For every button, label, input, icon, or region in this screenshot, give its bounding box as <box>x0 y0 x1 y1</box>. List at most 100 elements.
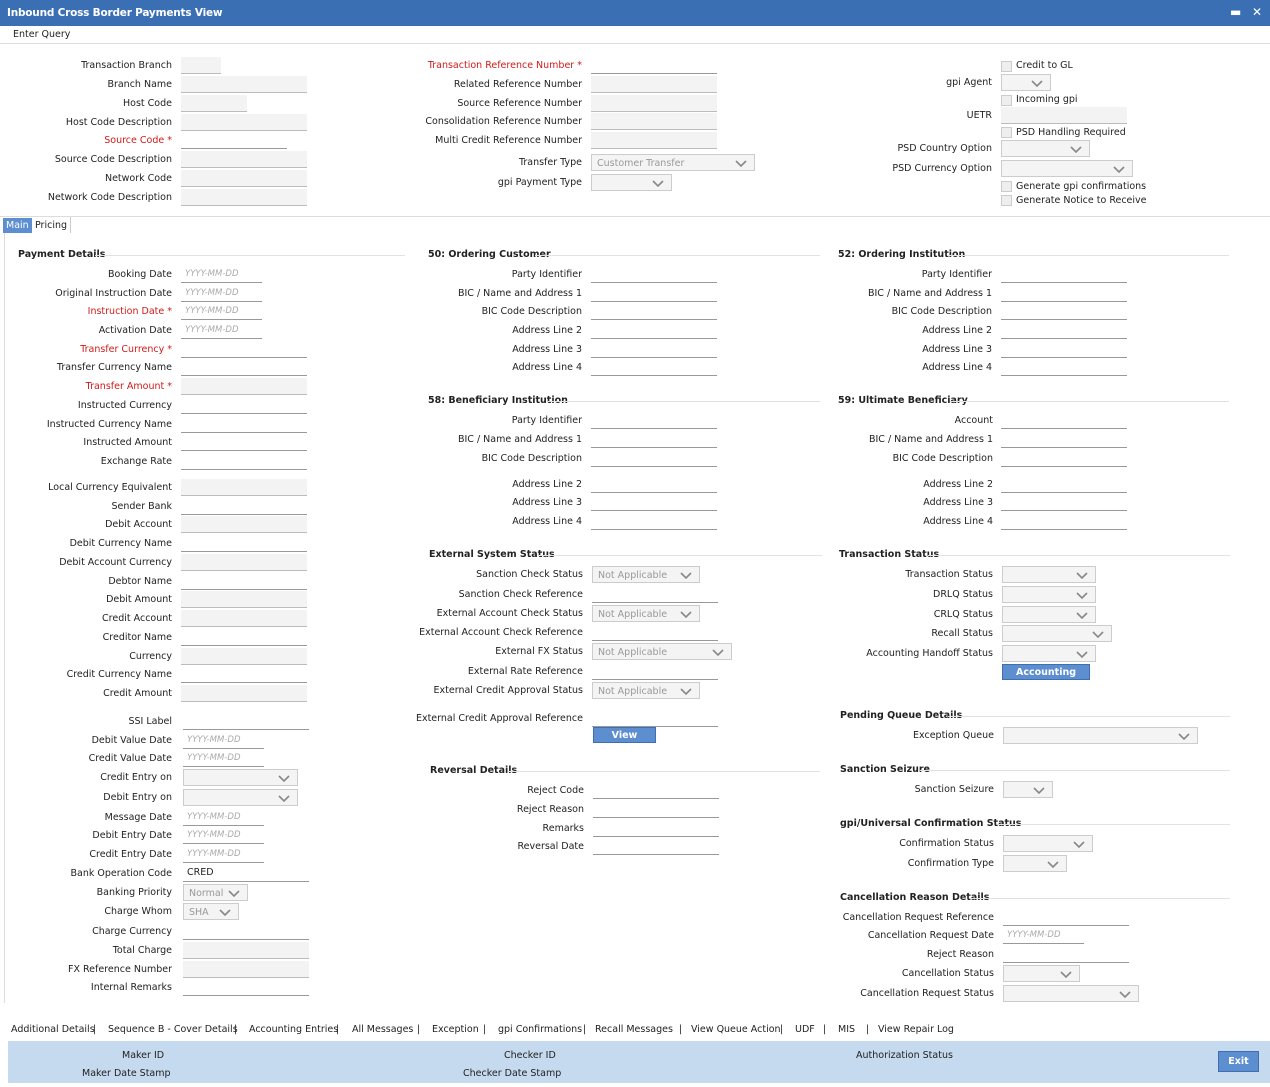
ordering-customer-party-identifier-field[interactable] <box>591 266 717 283</box>
ordering-customer-address-line-2-field[interactable] <box>591 322 717 339</box>
minimize-icon[interactable]: ▬ <box>1230 5 1241 19</box>
beneficiary-institution-bic-name-and-address-1-field[interactable] <box>591 431 717 448</box>
reversal-reject-code-field[interactable] <box>593 782 719 799</box>
credit-entry-on-select[interactable] <box>183 769 298 786</box>
ultimate-beneficiary-account-field[interactable] <box>1001 412 1127 429</box>
link-udf[interactable]: UDF <box>795 1024 815 1035</box>
ordering-customer-bic-name-and-address-1-field[interactable] <box>591 285 717 302</box>
sanction-check-status-select[interactable]: Not Applicable <box>592 566 700 583</box>
ultimate-beneficiary-bic-code-description-field[interactable] <box>1001 450 1127 467</box>
credit-currency-name-field[interactable] <box>181 666 307 683</box>
psd-handling-required-checkbox[interactable] <box>1001 127 1012 138</box>
ordering-institution-bic-code-description-field[interactable] <box>1001 303 1127 320</box>
link-view-repair-log[interactable]: View Repair Log <box>878 1024 954 1035</box>
external-account-check-status-select[interactable]: Not Applicable <box>592 605 700 622</box>
credit-to-gl-checkbox[interactable] <box>1001 61 1012 72</box>
psd-currency-option-select[interactable] <box>1001 160 1133 177</box>
ordering-institution-address-line-3-field[interactable] <box>1001 341 1127 358</box>
instructed-currency-field[interactable] <box>181 397 307 414</box>
generate-gpi-confirmations-checkbox[interactable] <box>1001 181 1012 192</box>
activation-date-field[interactable]: YYYY-MM-DD <box>181 322 262 339</box>
ordering-institution-address-line-2-field[interactable] <box>1001 322 1127 339</box>
ultimate-beneficiary-address-line-3-field[interactable] <box>1001 494 1127 511</box>
sanction-seizure-select[interactable] <box>1003 781 1053 798</box>
ordering-customer-address-line-4-field[interactable] <box>591 359 717 376</box>
beneficiary-institution-party-identifier-field[interactable] <box>591 412 717 429</box>
view-queue-button[interactable]: View Queue <box>593 727 656 757</box>
drlq-status-select[interactable] <box>1002 586 1096 603</box>
enter-query-button[interactable]: Enter Query <box>13 29 70 40</box>
transaction-status-select[interactable] <box>1002 566 1096 583</box>
ultimate-beneficiary-address-line-4-field[interactable] <box>1001 513 1127 530</box>
cancellation-request-reference-field[interactable] <box>1003 909 1129 926</box>
internal-remarks-field[interactable] <box>183 979 309 996</box>
cancellation-request-status-select[interactable] <box>1003 985 1139 1002</box>
confirmation-status-select[interactable] <box>1003 835 1093 852</box>
reversal-reversal-date-field[interactable] <box>593 838 719 855</box>
gpi-payment-type-select[interactable] <box>591 174 672 191</box>
psd-country-option-select[interactable] <box>1001 140 1090 157</box>
crlq-status-select[interactable] <box>1002 606 1096 623</box>
link-additional-details[interactable]: Additional Details <box>11 1024 95 1035</box>
ordering-customer-bic-code-description-field[interactable] <box>591 303 717 320</box>
incoming-gpi-checkbox[interactable] <box>1001 95 1012 106</box>
beneficiary-institution-bic-code-description-field[interactable] <box>591 450 717 467</box>
cancellation-reject-reason-field[interactable] <box>1003 946 1129 963</box>
ultimate-beneficiary-address-line-2-field[interactable] <box>1001 476 1127 493</box>
reversal-reject-reason-field[interactable] <box>593 801 719 818</box>
accounting-handoff-status-select[interactable] <box>1002 645 1096 662</box>
ordering-institution-party-identifier-field[interactable] <box>1001 266 1127 283</box>
exchange-rate-field[interactable] <box>181 453 307 470</box>
charge-whom-select[interactable]: SHA <box>183 903 239 920</box>
booking-date-field[interactable]: YYYY-MM-DD <box>181 266 262 283</box>
reversal-remarks-field[interactable] <box>593 820 719 837</box>
ssi-label-field[interactable] <box>183 713 309 730</box>
creditor-name-field[interactable] <box>181 629 307 646</box>
close-icon[interactable]: ✕ <box>1252 5 1262 19</box>
external-credit-approval-reference-field[interactable] <box>592 710 718 727</box>
debit-currency-name-field[interactable] <box>181 535 307 552</box>
debit-entry-on-select[interactable] <box>183 789 298 806</box>
link-accounting-entries[interactable]: Accounting Entries <box>249 1024 338 1035</box>
beneficiary-institution-address-line-2-field[interactable] <box>591 476 717 493</box>
instructed-amount-field[interactable] <box>181 434 307 451</box>
external-fx-status-select[interactable]: Not Applicable <box>592 643 732 660</box>
instructed-currency-name-field[interactable] <box>181 416 307 433</box>
link-recall-messages[interactable]: Recall Messages <box>595 1024 673 1035</box>
generate-notice-to-receive-checkbox[interactable] <box>1001 195 1012 206</box>
transfer-currency-name-field[interactable] <box>181 359 307 376</box>
ordering-customer-address-line-3-field[interactable] <box>591 341 717 358</box>
credit-entry-date-field[interactable]: YYYY-MM-DD <box>183 846 264 863</box>
instruction-date-field[interactable]: YYYY-MM-DD <box>181 303 262 320</box>
cancellation-status-select[interactable] <box>1003 965 1080 982</box>
transfer-currency-field[interactable] <box>181 341 307 358</box>
beneficiary-institution-address-line-3-field[interactable] <box>591 494 717 511</box>
sender-bank-field[interactable] <box>181 498 307 515</box>
link-exception[interactable]: Exception <box>432 1024 479 1035</box>
debit-entry-date-field[interactable]: YYYY-MM-DD <box>183 827 264 844</box>
ordering-institution-address-line-4-field[interactable] <box>1001 359 1127 376</box>
cancellation-request-date-field[interactable]: YYYY-MM-DD <box>1003 927 1084 944</box>
link-sequence-b-cover-details[interactable]: Sequence B - Cover Details <box>108 1024 238 1035</box>
link-all-messages[interactable]: All Messages <box>352 1024 413 1035</box>
charge-currency-field[interactable] <box>183 923 309 940</box>
gpi-agent-select[interactable] <box>1001 74 1051 91</box>
sanction-check-reference-field[interactable] <box>592 586 718 603</box>
tab-pricing[interactable]: Pricing <box>35 218 67 233</box>
credit-value-date-field[interactable]: YYYY-MM-DD <box>183 750 264 767</box>
confirmation-type-select[interactable] <box>1003 855 1067 872</box>
accounting-queue-button[interactable]: Accounting Queue <box>1002 664 1090 694</box>
exception-queue-select[interactable] <box>1003 727 1198 744</box>
tab-main[interactable]: Main <box>3 218 32 233</box>
external-rate-reference-field[interactable] <box>592 663 718 680</box>
banking-priority-select[interactable]: Normal <box>183 884 248 901</box>
external-credit-approval-status-select[interactable]: Not Applicable <box>592 682 700 699</box>
bank-operation-code-field[interactable]: CRED <box>183 865 309 882</box>
debit-value-date-field[interactable]: YYYY-MM-DD <box>183 732 264 749</box>
recall-status-select[interactable] <box>1002 625 1112 642</box>
transaction-reference-number-field[interactable] <box>591 57 717 74</box>
message-date-field[interactable]: YYYY-MM-DD <box>183 809 264 826</box>
exit-button[interactable]: Exit <box>1218 1051 1259 1072</box>
ordering-institution-bic-name-and-address-1-field[interactable] <box>1001 285 1127 302</box>
external-account-check-reference-field[interactable] <box>592 624 718 641</box>
